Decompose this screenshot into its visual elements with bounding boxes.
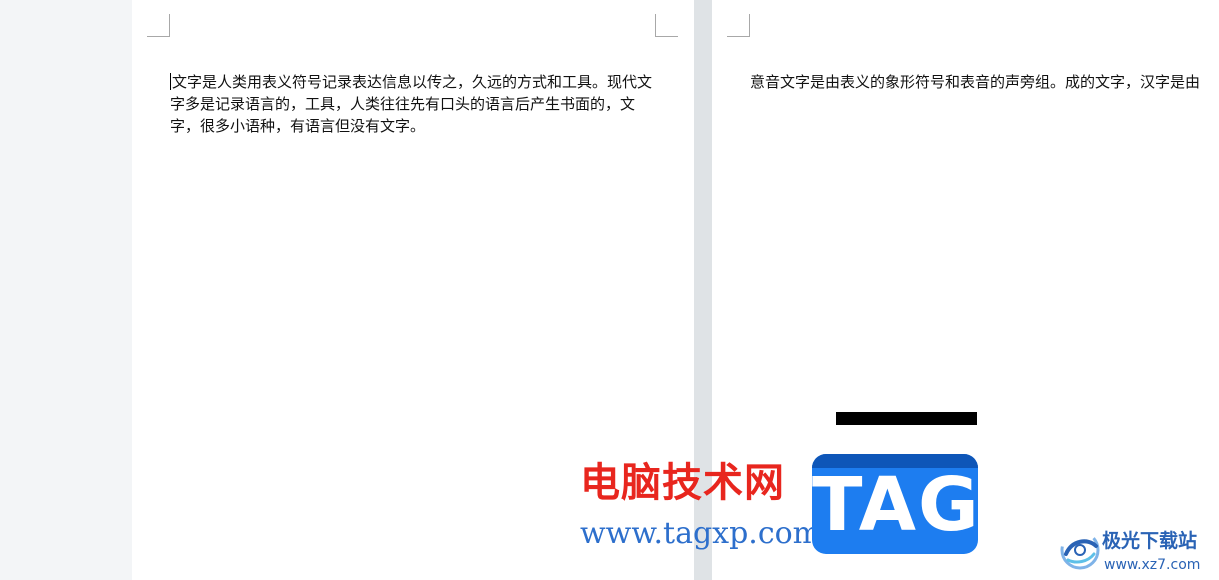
paragraph-1-text: 文字是人类用表义符号记录表达信息以传之，久远的方式和工具。现代文字多是记录语言的… <box>170 73 653 135</box>
black-bar-decoration <box>836 412 977 425</box>
margin-corner-mark-top-left <box>727 14 750 37</box>
tag-logo-text: TAG <box>812 462 978 548</box>
margin-corner-mark-top-left <box>147 14 170 37</box>
margin-corner-mark-top-right <box>655 14 678 37</box>
xz-swirl-logo-icon <box>1060 530 1100 570</box>
paragraph-2[interactable]: 意音文字是由表义的象形符号和表音的声旁组。成的文字，汉字是由 <box>750 71 1200 93</box>
watermark-site-url: www.tagxp.com <box>580 516 822 551</box>
tag-logo: TAG <box>812 454 978 554</box>
document-workspace: 文字是人类用表义符号记录表达信息以传之，久远的方式和工具。现代文字多是记录语言的… <box>0 0 1219 580</box>
text-cursor <box>170 73 171 90</box>
left-gutter <box>0 0 132 580</box>
xz-site-name: 极光下载站 <box>1102 530 1198 552</box>
xz-site-url: www.xz7.com <box>1104 557 1201 573</box>
paragraph-1[interactable]: 文字是人类用表义符号记录表达信息以传之，久远的方式和工具。现代文字多是记录语言的… <box>170 71 658 137</box>
paragraph-2-text: 意音文字是由表义的象形符号和表音的声旁组。成的文字，汉字是由 <box>750 73 1201 91</box>
watermark-site-name: 电脑技术网 <box>580 460 785 506</box>
